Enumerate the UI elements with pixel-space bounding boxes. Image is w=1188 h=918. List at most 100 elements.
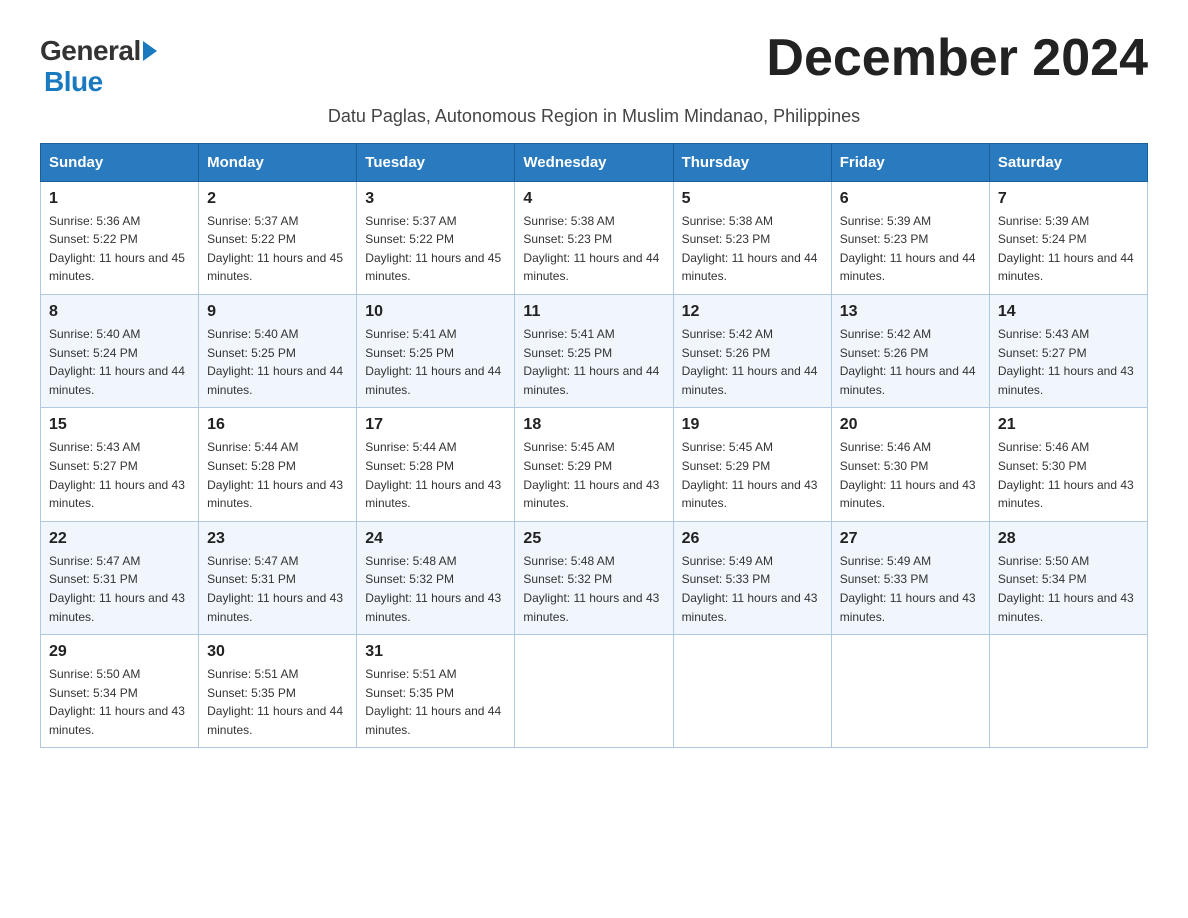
day-number: 16 — [207, 416, 348, 434]
header-friday: Friday — [831, 143, 989, 181]
day-info: Sunrise: 5:40 AM Sunset: 5:25 PM Dayligh… — [207, 325, 348, 399]
table-row: 10 Sunrise: 5:41 AM Sunset: 5:25 PM Dayl… — [357, 294, 515, 407]
table-row: 23 Sunrise: 5:47 AM Sunset: 5:31 PM Dayl… — [199, 521, 357, 634]
calendar-header-row: Sunday Monday Tuesday Wednesday Thursday… — [41, 143, 1148, 181]
table-row: 26 Sunrise: 5:49 AM Sunset: 5:33 PM Dayl… — [673, 521, 831, 634]
day-number: 24 — [365, 530, 506, 548]
day-info: Sunrise: 5:39 AM Sunset: 5:23 PM Dayligh… — [840, 212, 981, 286]
header-wednesday: Wednesday — [515, 143, 673, 181]
day-info: Sunrise: 5:46 AM Sunset: 5:30 PM Dayligh… — [840, 438, 981, 512]
table-row: 21 Sunrise: 5:46 AM Sunset: 5:30 PM Dayl… — [989, 408, 1147, 521]
table-row: 30 Sunrise: 5:51 AM Sunset: 5:35 PM Dayl… — [199, 635, 357, 748]
day-info: Sunrise: 5:37 AM Sunset: 5:22 PM Dayligh… — [365, 212, 506, 286]
table-row: 27 Sunrise: 5:49 AM Sunset: 5:33 PM Dayl… — [831, 521, 989, 634]
day-info: Sunrise: 5:44 AM Sunset: 5:28 PM Dayligh… — [207, 438, 348, 512]
table-row — [673, 635, 831, 748]
day-number: 26 — [682, 530, 823, 548]
day-info: Sunrise: 5:49 AM Sunset: 5:33 PM Dayligh… — [682, 552, 823, 626]
day-number: 3 — [365, 190, 506, 208]
day-info: Sunrise: 5:39 AM Sunset: 5:24 PM Dayligh… — [998, 212, 1139, 286]
day-info: Sunrise: 5:51 AM Sunset: 5:35 PM Dayligh… — [365, 665, 506, 739]
table-row: 31 Sunrise: 5:51 AM Sunset: 5:35 PM Dayl… — [357, 635, 515, 748]
logo: General Blue — [40, 36, 157, 98]
day-info: Sunrise: 5:50 AM Sunset: 5:34 PM Dayligh… — [998, 552, 1139, 626]
day-number: 22 — [49, 530, 190, 548]
day-number: 12 — [682, 303, 823, 321]
day-number: 2 — [207, 190, 348, 208]
day-info: Sunrise: 5:38 AM Sunset: 5:23 PM Dayligh… — [523, 212, 664, 286]
day-number: 31 — [365, 643, 506, 661]
day-info: Sunrise: 5:43 AM Sunset: 5:27 PM Dayligh… — [998, 325, 1139, 399]
day-number: 30 — [207, 643, 348, 661]
table-row: 29 Sunrise: 5:50 AM Sunset: 5:34 PM Dayl… — [41, 635, 199, 748]
table-row: 15 Sunrise: 5:43 AM Sunset: 5:27 PM Dayl… — [41, 408, 199, 521]
day-info: Sunrise: 5:44 AM Sunset: 5:28 PM Dayligh… — [365, 438, 506, 512]
day-number: 1 — [49, 190, 190, 208]
day-number: 10 — [365, 303, 506, 321]
day-number: 23 — [207, 530, 348, 548]
day-number: 11 — [523, 303, 664, 321]
table-row: 22 Sunrise: 5:47 AM Sunset: 5:31 PM Dayl… — [41, 521, 199, 634]
table-row: 25 Sunrise: 5:48 AM Sunset: 5:32 PM Dayl… — [515, 521, 673, 634]
calendar-table: Sunday Monday Tuesday Wednesday Thursday… — [40, 143, 1148, 749]
table-row: 12 Sunrise: 5:42 AM Sunset: 5:26 PM Dayl… — [673, 294, 831, 407]
calendar-week-row: 22 Sunrise: 5:47 AM Sunset: 5:31 PM Dayl… — [41, 521, 1148, 634]
day-info: Sunrise: 5:50 AM Sunset: 5:34 PM Dayligh… — [49, 665, 190, 739]
table-row: 18 Sunrise: 5:45 AM Sunset: 5:29 PM Dayl… — [515, 408, 673, 521]
month-title: December 2024 — [766, 30, 1148, 87]
table-row: 1 Sunrise: 5:36 AM Sunset: 5:22 PM Dayli… — [41, 181, 199, 294]
day-info: Sunrise: 5:48 AM Sunset: 5:32 PM Dayligh… — [523, 552, 664, 626]
table-row: 11 Sunrise: 5:41 AM Sunset: 5:25 PM Dayl… — [515, 294, 673, 407]
day-number: 27 — [840, 530, 981, 548]
table-row: 8 Sunrise: 5:40 AM Sunset: 5:24 PM Dayli… — [41, 294, 199, 407]
table-row: 4 Sunrise: 5:38 AM Sunset: 5:23 PM Dayli… — [515, 181, 673, 294]
day-number: 6 — [840, 190, 981, 208]
table-row: 13 Sunrise: 5:42 AM Sunset: 5:26 PM Dayl… — [831, 294, 989, 407]
header-saturday: Saturday — [989, 143, 1147, 181]
calendar-week-row: 1 Sunrise: 5:36 AM Sunset: 5:22 PM Dayli… — [41, 181, 1148, 294]
day-info: Sunrise: 5:51 AM Sunset: 5:35 PM Dayligh… — [207, 665, 348, 739]
day-number: 20 — [840, 416, 981, 434]
day-info: Sunrise: 5:37 AM Sunset: 5:22 PM Dayligh… — [207, 212, 348, 286]
page-header: General Blue December 2024 — [40, 30, 1148, 98]
header-thursday: Thursday — [673, 143, 831, 181]
day-info: Sunrise: 5:41 AM Sunset: 5:25 PM Dayligh… — [365, 325, 506, 399]
logo-triangle-icon — [143, 41, 157, 61]
table-row: 20 Sunrise: 5:46 AM Sunset: 5:30 PM Dayl… — [831, 408, 989, 521]
day-info: Sunrise: 5:47 AM Sunset: 5:31 PM Dayligh… — [49, 552, 190, 626]
logo-general-text: General — [40, 36, 141, 67]
day-info: Sunrise: 5:41 AM Sunset: 5:25 PM Dayligh… — [523, 325, 664, 399]
day-number: 29 — [49, 643, 190, 661]
table-row: 19 Sunrise: 5:45 AM Sunset: 5:29 PM Dayl… — [673, 408, 831, 521]
day-number: 4 — [523, 190, 664, 208]
day-number: 15 — [49, 416, 190, 434]
table-row: 16 Sunrise: 5:44 AM Sunset: 5:28 PM Dayl… — [199, 408, 357, 521]
table-row — [515, 635, 673, 748]
day-number: 7 — [998, 190, 1139, 208]
day-number: 8 — [49, 303, 190, 321]
header-sunday: Sunday — [41, 143, 199, 181]
day-info: Sunrise: 5:46 AM Sunset: 5:30 PM Dayligh… — [998, 438, 1139, 512]
day-number: 13 — [840, 303, 981, 321]
table-row: 9 Sunrise: 5:40 AM Sunset: 5:25 PM Dayli… — [199, 294, 357, 407]
table-row: 28 Sunrise: 5:50 AM Sunset: 5:34 PM Dayl… — [989, 521, 1147, 634]
day-number: 25 — [523, 530, 664, 548]
logo-blue-text: Blue — [44, 67, 103, 98]
day-info: Sunrise: 5:47 AM Sunset: 5:31 PM Dayligh… — [207, 552, 348, 626]
header-tuesday: Tuesday — [357, 143, 515, 181]
calendar-week-row: 8 Sunrise: 5:40 AM Sunset: 5:24 PM Dayli… — [41, 294, 1148, 407]
table-row: 7 Sunrise: 5:39 AM Sunset: 5:24 PM Dayli… — [989, 181, 1147, 294]
page-subtitle: Datu Paglas, Autonomous Region in Muslim… — [40, 106, 1148, 127]
table-row: 14 Sunrise: 5:43 AM Sunset: 5:27 PM Dayl… — [989, 294, 1147, 407]
day-number: 18 — [523, 416, 664, 434]
day-number: 21 — [998, 416, 1139, 434]
table-row: 17 Sunrise: 5:44 AM Sunset: 5:28 PM Dayl… — [357, 408, 515, 521]
day-number: 17 — [365, 416, 506, 434]
day-info: Sunrise: 5:48 AM Sunset: 5:32 PM Dayligh… — [365, 552, 506, 626]
day-number: 14 — [998, 303, 1139, 321]
day-info: Sunrise: 5:43 AM Sunset: 5:27 PM Dayligh… — [49, 438, 190, 512]
day-number: 28 — [998, 530, 1139, 548]
day-info: Sunrise: 5:38 AM Sunset: 5:23 PM Dayligh… — [682, 212, 823, 286]
day-info: Sunrise: 5:45 AM Sunset: 5:29 PM Dayligh… — [682, 438, 823, 512]
day-info: Sunrise: 5:42 AM Sunset: 5:26 PM Dayligh… — [840, 325, 981, 399]
